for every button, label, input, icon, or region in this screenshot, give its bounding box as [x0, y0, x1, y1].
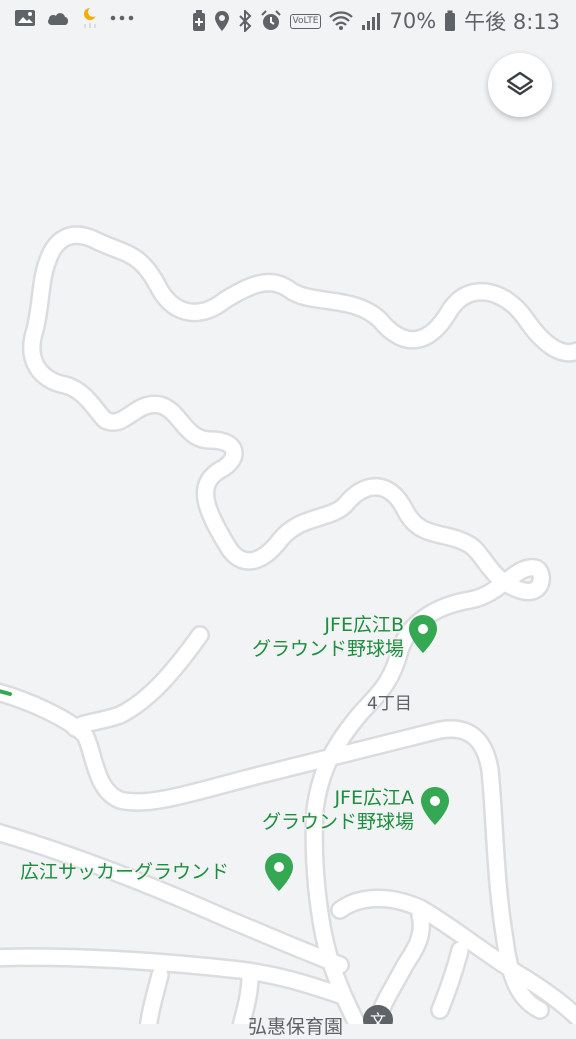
weather-night-icon [84, 7, 98, 28]
wifi-icon [329, 11, 354, 30]
place-name-line1: JFE広江B [324, 614, 404, 636]
volte-icon: VoLTE [289, 13, 322, 29]
place-name-line2: グラウンド野球場 [261, 811, 414, 833]
location-icon [214, 11, 229, 31]
status-bar-left [14, 6, 134, 30]
place-label-jfe-a[interactable]: JFE広江A グラウンド野球場 [230, 786, 414, 834]
area-label-4chome: 4丁目 [367, 694, 412, 714]
green-pin-icon[interactable] [408, 614, 438, 654]
alarm-icon [260, 10, 281, 30]
battery-saver-icon [192, 10, 205, 31]
layers-icon [506, 71, 534, 96]
place-label-soccer-ground[interactable]: 広江サッカーグラウンド [20, 860, 229, 884]
place-name-line2: グラウンド野球場 [251, 638, 404, 660]
more-dots-icon [110, 15, 134, 21]
place-label-jfe-b[interactable]: JFE広江B グラウンド野球場 [218, 613, 404, 661]
status-bar: VoLTE 70% 午後 8:13 [0, 0, 576, 40]
clock: 午後 8:13 [464, 10, 560, 34]
green-pin-icon[interactable] [420, 786, 450, 826]
green-pin-icon[interactable] [264, 852, 294, 892]
place-name-line1: 広江サッカーグラウンド [20, 861, 230, 883]
battery-icon [445, 10, 456, 31]
school-label[interactable]: 弘惠保育園 [248, 1012, 343, 1039]
signal-icon [362, 13, 381, 30]
battery-percent: 70% [389, 9, 437, 33]
school-icon[interactable]: 文 [362, 1004, 394, 1024]
cloud-icon [48, 13, 68, 25]
bluetooth-icon [238, 10, 251, 32]
status-bar-right: VoLTE 70% 午後 8:13 [192, 6, 560, 36]
place-name-line1: JFE広江A [334, 787, 414, 809]
svg-text:文: 文 [370, 1011, 386, 1024]
layers-button[interactable] [488, 53, 552, 117]
image-icon [15, 10, 35, 26]
